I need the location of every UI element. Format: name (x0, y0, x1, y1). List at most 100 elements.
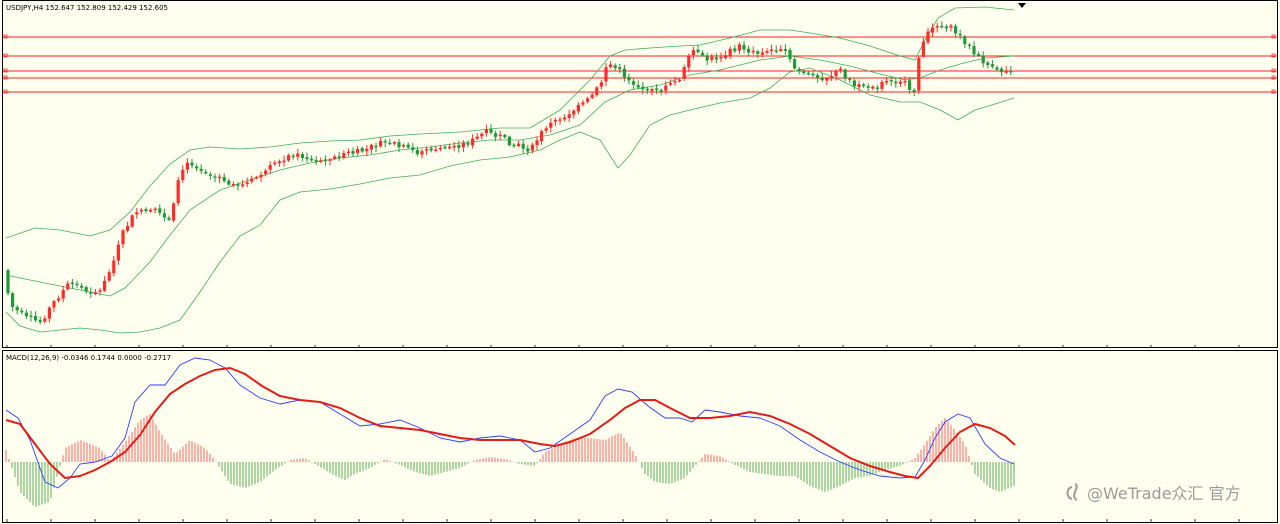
candle-body (599, 82, 603, 87)
candle-body (535, 140, 539, 146)
candle-body (903, 81, 907, 83)
candle-body (848, 78, 852, 81)
candle-body (655, 88, 659, 90)
candle-body (526, 148, 530, 152)
candle-body (705, 55, 709, 61)
candle-body (553, 119, 557, 122)
candle-body (839, 68, 843, 71)
candle-body (351, 150, 355, 154)
chart-canvas[interactable]: USDJPY,H4 152.647 152.809 152.429 152.60… (0, 0, 1280, 524)
candle-body (632, 81, 636, 85)
candle-body (636, 85, 640, 88)
candle-body (66, 283, 70, 290)
candle-body (369, 144, 373, 150)
candle-body (250, 178, 254, 182)
candle-body (365, 148, 369, 152)
candle-body (84, 287, 88, 292)
candle-body (811, 73, 815, 76)
candle-body (622, 68, 626, 78)
candle-body (549, 122, 553, 128)
candle (917, 56, 921, 94)
candle-body (185, 162, 189, 170)
candle-body (747, 48, 751, 53)
candle-body (204, 171, 208, 174)
candle-body (346, 151, 350, 154)
candle-body (254, 176, 258, 179)
candle-body (917, 57, 921, 91)
candle-body (940, 25, 944, 28)
candle (6, 268, 10, 296)
candle-body (484, 129, 488, 134)
candle-body (411, 147, 415, 151)
candle-body (434, 149, 438, 151)
candle-body (1000, 68, 1004, 73)
candle-body (701, 52, 705, 56)
candle-body (475, 136, 479, 139)
candle-body (190, 162, 194, 166)
candle-body (323, 159, 327, 161)
candle-body (296, 153, 300, 157)
candle-body (627, 76, 631, 81)
candle-body (977, 54, 981, 56)
candle (130, 214, 134, 228)
candle-body (866, 86, 870, 88)
candle-body (489, 128, 493, 133)
candle-body (333, 156, 337, 159)
watermark-text: @WeTrade众汇 官方 (1087, 484, 1241, 503)
candle-body (291, 155, 295, 158)
candle-body (944, 26, 948, 29)
candle-body (121, 230, 125, 245)
candle-body (517, 143, 521, 147)
candle-body (885, 81, 889, 83)
candle-body (43, 318, 47, 322)
candle-body (595, 87, 599, 96)
candle-body (540, 131, 544, 142)
candle-body (742, 44, 746, 50)
candle-body (852, 80, 856, 87)
candle-body (954, 26, 958, 34)
candle-body (995, 67, 999, 70)
candle-body (222, 177, 226, 182)
candle-body (287, 155, 291, 161)
candle-body (494, 133, 498, 137)
candle-body (448, 146, 452, 149)
candle-body (986, 62, 990, 65)
candle-body (245, 182, 249, 185)
candle-body (176, 180, 180, 204)
candle-body (972, 45, 976, 55)
candle-body (415, 150, 419, 155)
candle-body (139, 210, 143, 212)
candle-body (760, 52, 764, 55)
candle-body (967, 44, 971, 46)
candle-body (264, 170, 268, 174)
candle-body (98, 290, 102, 292)
candle-body (820, 77, 824, 81)
candle-body (57, 298, 61, 301)
candle-body (153, 208, 157, 211)
candle-body (806, 72, 810, 75)
candle-body (172, 203, 176, 221)
candle-body (130, 215, 134, 227)
candle-body (572, 110, 576, 115)
candle-body (116, 244, 120, 261)
candle-body (438, 147, 442, 150)
candle-body (273, 162, 277, 165)
candle-body (696, 49, 700, 53)
candle-body (737, 44, 741, 51)
candle-body (199, 168, 203, 171)
candle-body (498, 134, 502, 137)
candle-body (29, 315, 33, 317)
candle-body (379, 140, 383, 147)
candle-body (397, 142, 401, 148)
candle-body (783, 49, 787, 51)
candle-body (20, 310, 24, 313)
candle-body (70, 282, 74, 285)
candle-body (659, 89, 663, 92)
candle-body (112, 260, 116, 274)
candle-body (89, 292, 93, 294)
candle-body (457, 144, 461, 148)
candle-body (604, 67, 608, 82)
candle-body (466, 143, 470, 145)
candle-body (52, 301, 56, 308)
price-header: USDJPY,H4 152.647 152.809 152.429 152.60… (6, 4, 168, 12)
